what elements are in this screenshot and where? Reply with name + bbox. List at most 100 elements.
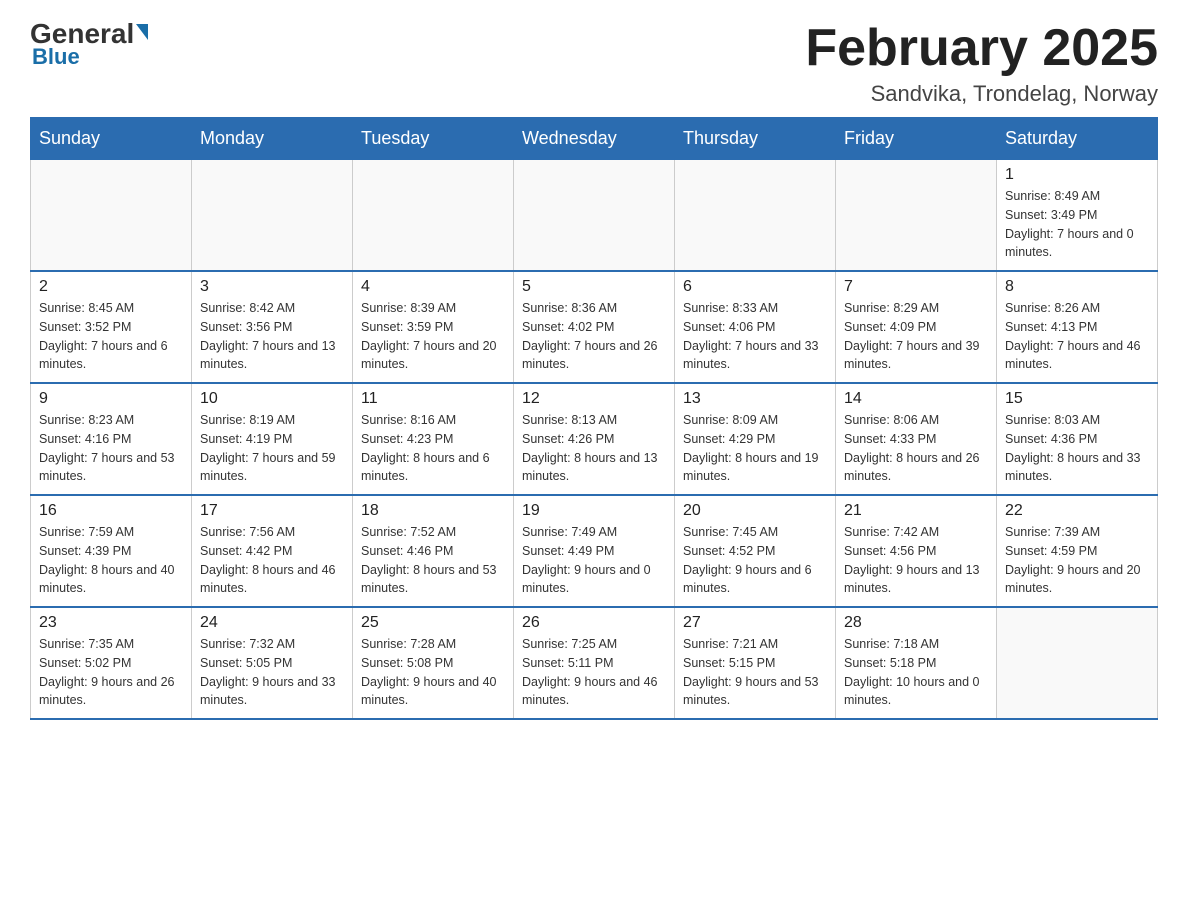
calendar-cell: 25 Sunrise: 7:28 AMSunset: 5:08 PMDayligh… bbox=[353, 607, 514, 719]
day-info: Sunrise: 7:39 AMSunset: 4:59 PMDaylight:… bbox=[1005, 523, 1149, 598]
calendar-cell: 5Sunrise: 8:36 AMSunset: 4:02 PMDaylight… bbox=[514, 271, 675, 383]
calendar-cell bbox=[353, 160, 514, 272]
calendar-cell: 16Sunrise: 7:59 AMSunset: 4:39 PMDayligh… bbox=[31, 495, 192, 607]
day-number: 27 bbox=[683, 614, 827, 632]
day-info: Sunrise: 7:56 AMSunset: 4:42 PMDaylight:… bbox=[200, 523, 344, 598]
calendar-cell: 12 Sunrise: 8:13 AMSunset: 4:26 PMDayligh… bbox=[514, 383, 675, 495]
day-info: Sunrise: 7:21 AMSunset: 5:15 PMDaylight:… bbox=[683, 635, 827, 710]
calendar-week-row: 1 Sunrise: 8:49 AMSunset: 3:49 PMDaylight… bbox=[31, 160, 1158, 272]
day-number: 10 bbox=[200, 390, 344, 408]
title-area: February 2025 Sandvika, Trondelag, Norwa… bbox=[805, 20, 1158, 107]
day-info: Sunrise: 8:26 AMSunset: 4:13 PMDaylight:… bbox=[1005, 299, 1149, 374]
day-info: Sunrise: 7:35 AMSunset: 5:02 PMDaylight:… bbox=[39, 635, 183, 710]
calendar-cell: 6 Sunrise: 8:33 AMSunset: 4:06 PMDaylight… bbox=[675, 271, 836, 383]
day-number: 25 bbox=[361, 614, 505, 632]
calendar-cell: 22Sunrise: 7:39 AMSunset: 4:59 PMDayligh… bbox=[997, 495, 1158, 607]
calendar-cell: 7 Sunrise: 8:29 AMSunset: 4:09 PMDaylight… bbox=[836, 271, 997, 383]
calendar-week-row: 23 Sunrise: 7:35 AMSunset: 5:02 PMDayligh… bbox=[31, 607, 1158, 719]
day-info: Sunrise: 7:28 AMSunset: 5:08 PMDaylight:… bbox=[361, 635, 505, 710]
day-info: Sunrise: 8:45 AMSunset: 3:52 PMDaylight:… bbox=[39, 299, 183, 374]
day-info: Sunrise: 7:49 AMSunset: 4:49 PMDaylight:… bbox=[522, 523, 666, 598]
calendar-body: 1 Sunrise: 8:49 AMSunset: 3:49 PMDaylight… bbox=[31, 160, 1158, 720]
calendar-cell: 9 Sunrise: 8:23 AMSunset: 4:16 PMDaylight… bbox=[31, 383, 192, 495]
day-number: 4 bbox=[361, 278, 505, 296]
day-number: 23 bbox=[39, 614, 183, 632]
calendar-subtitle: Sandvika, Trondelag, Norway bbox=[805, 81, 1158, 107]
calendar-cell bbox=[514, 160, 675, 272]
weekday-header-row: SundayMondayTuesdayWednesdayThursdayFrid… bbox=[31, 118, 1158, 160]
day-number: 11 bbox=[361, 390, 505, 408]
day-info: Sunrise: 7:42 AMSunset: 4:56 PMDaylight:… bbox=[844, 523, 988, 598]
day-info: Sunrise: 8:33 AMSunset: 4:06 PMDaylight:… bbox=[683, 299, 827, 374]
day-number: 21 bbox=[844, 502, 988, 520]
page-header: General Blue February 2025 Sandvika, Tro… bbox=[30, 20, 1158, 107]
calendar-cell: 15 Sunrise: 8:03 AMSunset: 4:36 PMDayligh… bbox=[997, 383, 1158, 495]
day-info: Sunrise: 8:13 AMSunset: 4:26 PMDaylight:… bbox=[522, 411, 666, 486]
day-number: 15 bbox=[1005, 390, 1149, 408]
day-number: 12 bbox=[522, 390, 666, 408]
day-info: Sunrise: 7:18 AMSunset: 5:18 PMDaylight:… bbox=[844, 635, 988, 710]
calendar-cell: 21 Sunrise: 7:42 AMSunset: 4:56 PMDayligh… bbox=[836, 495, 997, 607]
day-number: 1 bbox=[1005, 166, 1149, 184]
day-number: 19 bbox=[522, 502, 666, 520]
weekday-header-tuesday: Tuesday bbox=[353, 118, 514, 160]
calendar-cell: 10 Sunrise: 8:19 AMSunset: 4:19 PMDayligh… bbox=[192, 383, 353, 495]
calendar-cell bbox=[192, 160, 353, 272]
calendar-title: February 2025 bbox=[805, 20, 1158, 77]
day-number: 6 bbox=[683, 278, 827, 296]
day-number: 9 bbox=[39, 390, 183, 408]
day-info: Sunrise: 8:42 AMSunset: 3:56 PMDaylight:… bbox=[200, 299, 344, 374]
calendar-cell: 13Sunrise: 8:09 AMSunset: 4:29 PMDayligh… bbox=[675, 383, 836, 495]
day-info: Sunrise: 8:23 AMSunset: 4:16 PMDaylight:… bbox=[39, 411, 183, 486]
calendar-cell: 2 Sunrise: 8:45 AMSunset: 3:52 PMDaylight… bbox=[31, 271, 192, 383]
day-info: Sunrise: 8:03 AMSunset: 4:36 PMDaylight:… bbox=[1005, 411, 1149, 486]
calendar-week-row: 16Sunrise: 7:59 AMSunset: 4:39 PMDayligh… bbox=[31, 495, 1158, 607]
calendar-cell: 27 Sunrise: 7:21 AMSunset: 5:15 PMDayligh… bbox=[675, 607, 836, 719]
calendar-cell: 28 Sunrise: 7:18 AMSunset: 5:18 PMDayligh… bbox=[836, 607, 997, 719]
day-number: 26 bbox=[522, 614, 666, 632]
day-info: Sunrise: 7:52 AMSunset: 4:46 PMDaylight:… bbox=[361, 523, 505, 598]
day-info: Sunrise: 8:49 AMSunset: 3:49 PMDaylight:… bbox=[1005, 187, 1149, 262]
weekday-header-saturday: Saturday bbox=[997, 118, 1158, 160]
day-info: Sunrise: 8:06 AMSunset: 4:33 PMDaylight:… bbox=[844, 411, 988, 486]
calendar-cell: 14 Sunrise: 8:06 AMSunset: 4:33 PMDayligh… bbox=[836, 383, 997, 495]
calendar-cell bbox=[997, 607, 1158, 719]
weekday-header-wednesday: Wednesday bbox=[514, 118, 675, 160]
logo-blue-text: Blue bbox=[32, 44, 80, 70]
day-number: 24 bbox=[200, 614, 344, 632]
day-number: 14 bbox=[844, 390, 988, 408]
day-number: 17 bbox=[200, 502, 344, 520]
calendar-table: SundayMondayTuesdayWednesdayThursdayFrid… bbox=[30, 117, 1158, 720]
day-number: 5 bbox=[522, 278, 666, 296]
day-number: 8 bbox=[1005, 278, 1149, 296]
day-info: Sunrise: 8:39 AMSunset: 3:59 PMDaylight:… bbox=[361, 299, 505, 374]
day-info: Sunrise: 7:32 AMSunset: 5:05 PMDaylight:… bbox=[200, 635, 344, 710]
logo: General Blue bbox=[30, 20, 148, 70]
calendar-cell: 8 Sunrise: 8:26 AMSunset: 4:13 PMDaylight… bbox=[997, 271, 1158, 383]
calendar-cell bbox=[836, 160, 997, 272]
calendar-week-row: 2 Sunrise: 8:45 AMSunset: 3:52 PMDaylight… bbox=[31, 271, 1158, 383]
calendar-cell: 11Sunrise: 8:16 AMSunset: 4:23 PMDayligh… bbox=[353, 383, 514, 495]
calendar-cell: 4 Sunrise: 8:39 AMSunset: 3:59 PMDaylight… bbox=[353, 271, 514, 383]
day-info: Sunrise: 8:19 AMSunset: 4:19 PMDaylight:… bbox=[200, 411, 344, 486]
calendar-cell bbox=[31, 160, 192, 272]
calendar-cell: 19 Sunrise: 7:49 AMSunset: 4:49 PMDayligh… bbox=[514, 495, 675, 607]
logo-arrow-icon bbox=[136, 24, 148, 40]
weekday-header-friday: Friday bbox=[836, 118, 997, 160]
day-number: 7 bbox=[844, 278, 988, 296]
weekday-header-monday: Monday bbox=[192, 118, 353, 160]
calendar-cell: 18Sunrise: 7:52 AMSunset: 4:46 PMDayligh… bbox=[353, 495, 514, 607]
day-number: 13 bbox=[683, 390, 827, 408]
calendar-cell bbox=[675, 160, 836, 272]
calendar-cell: 26 Sunrise: 7:25 AMSunset: 5:11 PMDayligh… bbox=[514, 607, 675, 719]
calendar-header: SundayMondayTuesdayWednesdayThursdayFrid… bbox=[31, 118, 1158, 160]
day-number: 2 bbox=[39, 278, 183, 296]
day-info: Sunrise: 7:25 AMSunset: 5:11 PMDaylight:… bbox=[522, 635, 666, 710]
day-number: 3 bbox=[200, 278, 344, 296]
weekday-header-thursday: Thursday bbox=[675, 118, 836, 160]
weekday-header-sunday: Sunday bbox=[31, 118, 192, 160]
day-info: Sunrise: 8:29 AMSunset: 4:09 PMDaylight:… bbox=[844, 299, 988, 374]
day-number: 28 bbox=[844, 614, 988, 632]
calendar-cell: 17 Sunrise: 7:56 AMSunset: 4:42 PMDayligh… bbox=[192, 495, 353, 607]
calendar-cell: 24 Sunrise: 7:32 AMSunset: 5:05 PMDayligh… bbox=[192, 607, 353, 719]
